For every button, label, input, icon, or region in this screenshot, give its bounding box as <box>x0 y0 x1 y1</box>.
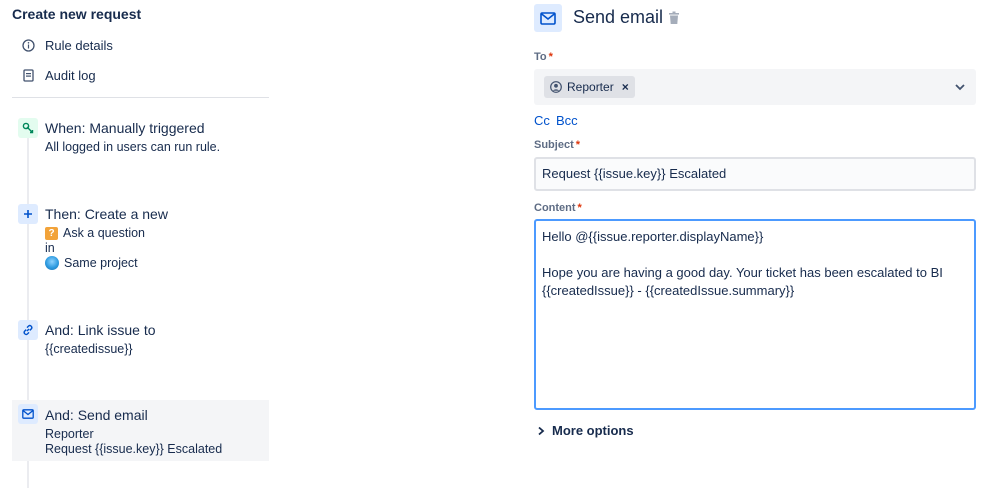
rule-step-link-issue[interactable]: And: Link issue to {{createdissue}} <box>12 318 269 362</box>
step-detail: {{createdissue}} <box>45 342 133 356</box>
user-icon <box>550 81 562 93</box>
subject-label: Subject * <box>534 139 580 151</box>
pointer-click-icon <box>18 118 38 138</box>
rule-step-create-issue[interactable]: Then: Create a new ? Ask a question in S… <box>12 202 269 274</box>
step-detail: in <box>45 241 55 255</box>
recipient-chip: Reporter × <box>544 76 635 98</box>
chevron-down-icon <box>955 84 965 91</box>
to-recipients-select[interactable]: Reporter × <box>534 69 976 105</box>
cc-link[interactable]: Cc <box>534 113 550 128</box>
recipient-chip-label: Reporter <box>567 80 614 94</box>
bcc-link[interactable]: Bcc <box>556 113 578 128</box>
step-heading: And: Send email <box>45 407 148 423</box>
required-mark: * <box>548 51 553 63</box>
to-label-text: To <box>534 51 547 63</box>
project-label: Same project <box>64 256 138 270</box>
chevron-right-icon <box>538 426 545 435</box>
step-detail-issue-type: ? Ask a question <box>45 226 145 240</box>
info-icon <box>20 37 36 53</box>
trash-icon[interactable] <box>668 11 680 25</box>
step-detail: Request {{issue.key}} Escalated <box>45 442 223 456</box>
panel-title: Send email <box>573 7 664 27</box>
subject-field[interactable]: Request {{issue.key}} Escalated <box>534 157 976 191</box>
rule-sidebar: Create new request Rule details Audit lo… <box>0 0 280 488</box>
sidebar-title: Create new request <box>12 6 142 22</box>
nav-item-rule-details[interactable]: Rule details <box>20 35 113 55</box>
required-mark: * <box>575 139 581 151</box>
remove-chip-button[interactable]: × <box>622 80 629 94</box>
mail-icon <box>534 4 562 32</box>
link-icon <box>18 320 38 340</box>
project-icon <box>45 256 59 270</box>
subject-label-text: Subject <box>534 139 574 151</box>
step-detail-project: Same project <box>45 256 138 270</box>
question-icon: ? <box>45 226 58 240</box>
more-options-label: More options <box>552 423 634 438</box>
more-options-toggle[interactable]: More options <box>536 423 634 438</box>
issue-type-label: Ask a question <box>63 226 145 240</box>
step-heading: When: Manually triggered <box>45 120 205 136</box>
content-textarea[interactable]: Hello @{{issue.reporter.displayName}} Ho… <box>534 219 976 410</box>
nav-item-label: Audit log <box>45 67 96 83</box>
required-mark: * <box>577 202 582 214</box>
sidebar-divider <box>12 97 269 98</box>
step-heading: And: Link issue to <box>45 322 156 338</box>
step-detail: Reporter <box>45 427 94 441</box>
plus-icon <box>18 204 38 224</box>
rule-step-trigger[interactable]: When: Manually triggered All logged in u… <box>12 116 269 162</box>
to-label: To * <box>534 51 553 63</box>
content-label: Content * <box>534 202 582 214</box>
rule-step-send-email[interactable]: And: Send email Reporter Request {{issue… <box>12 400 269 461</box>
step-heading: Then: Create a new <box>45 206 168 222</box>
nav-item-audit-log[interactable]: Audit log <box>20 65 96 85</box>
content-label-text: Content <box>534 202 576 214</box>
nav-item-label: Rule details <box>45 37 113 53</box>
document-icon <box>20 67 36 83</box>
mail-icon <box>18 404 38 424</box>
step-detail: All logged in users can run rule. <box>45 140 221 154</box>
